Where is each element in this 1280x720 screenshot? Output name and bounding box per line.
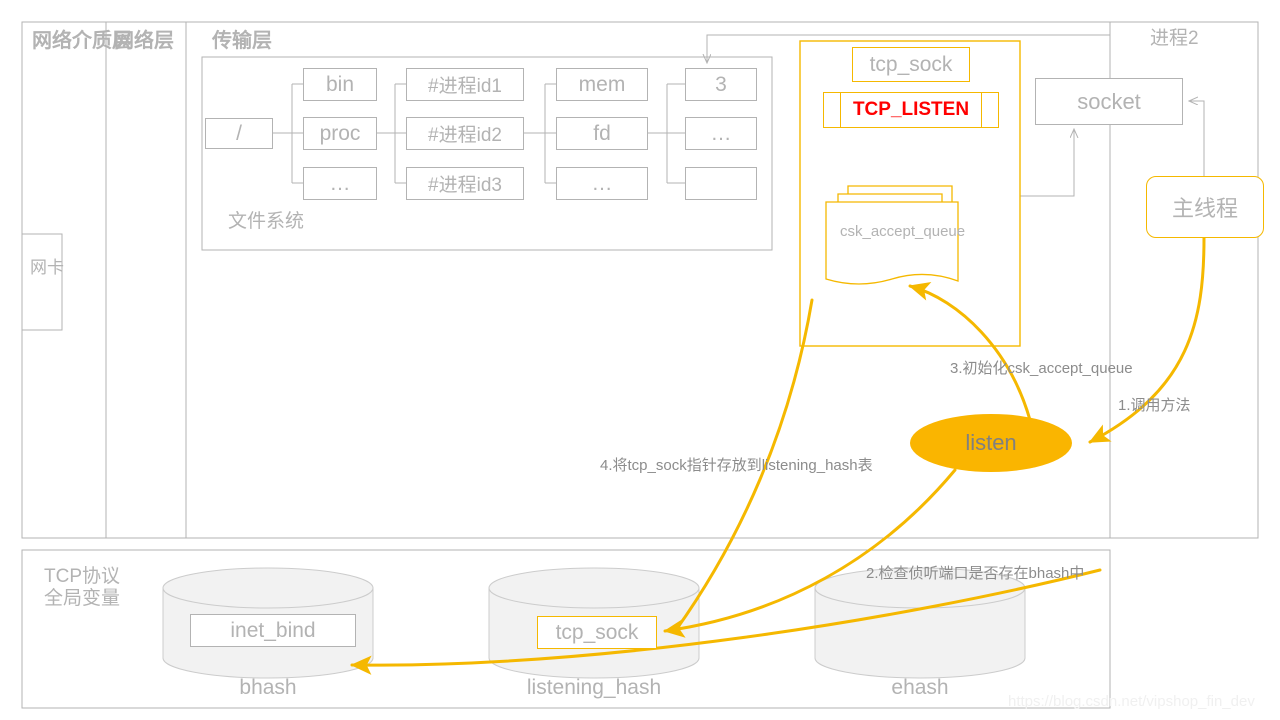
listen-node: listen	[910, 414, 1072, 472]
main-thread-box: 主线程	[1146, 176, 1264, 238]
socket-label: socket	[1077, 88, 1141, 114]
watermark: https://blog.csdn.net/vipshop_fin_dev	[1008, 693, 1255, 710]
fs-proc-label: proc	[319, 121, 361, 145]
fs-pid1-label: #进程id1	[428, 76, 502, 97]
socket-box: socket	[1035, 78, 1183, 125]
annotation-step3: 3.初始化csk_accept_queue	[950, 360, 1133, 377]
listening-hash-inner-box: tcp_sock	[537, 616, 657, 649]
fs-pid3-box: #进程id3	[406, 167, 524, 200]
listening-hash-inner-label: tcp_sock	[555, 620, 639, 644]
fs-pid3-label: #进程id3	[428, 175, 502, 196]
column-header-media: 网络介质层	[32, 30, 132, 52]
fs-fd3-box: 3	[685, 68, 757, 101]
fs-mem-box: mem	[556, 68, 648, 101]
fs-fd3-label: 3	[715, 72, 727, 96]
globals-caption: TCP协议 全局变量	[44, 566, 121, 610]
bhash-label: bhash	[239, 676, 297, 699]
fs-root-box: /	[205, 118, 273, 149]
fs-bin-box: bin	[303, 68, 377, 101]
ehash-label: ehash	[891, 676, 949, 699]
tcp-state-cell: TCP_LISTEN	[840, 92, 982, 128]
diagram-canvas: 网络介质层 网络层 传输层 进程2 网卡 / bin proc … #进程id1…	[0, 0, 1280, 720]
listening-hash-label: listening_hash	[526, 676, 662, 699]
tcp-sock-title-label: tcp_sock	[869, 52, 953, 76]
listen-label: listen	[965, 430, 1017, 455]
fs-more4-box: …	[685, 117, 757, 150]
nic-box-label: 网卡	[30, 258, 64, 277]
tcp-state-label: TCP_LISTEN	[852, 99, 970, 120]
fs-bin-label: bin	[325, 72, 355, 96]
tcp-sock-title-box: tcp_sock	[852, 47, 970, 82]
fs-more1-label: …	[329, 171, 351, 195]
annotation-step1: 1.调用方法	[1118, 397, 1191, 414]
fs-root-label: /	[236, 121, 242, 145]
fs-more4-label: …	[710, 121, 732, 145]
csk-accept-queue-label: csk_accept_queue	[840, 223, 966, 240]
fs-fd-box: fd	[556, 117, 648, 150]
fs-pid2-box: #进程id2	[406, 117, 524, 150]
bhash-inner-box: inet_bind	[190, 614, 356, 647]
fs-more3-box: …	[556, 167, 648, 200]
fs-mem-label: mem	[578, 72, 626, 96]
fs-fd-label: fd	[593, 121, 611, 145]
fs-more3-label: …	[591, 171, 613, 195]
fs-more1-box: …	[303, 167, 377, 200]
fs-empty4-box	[685, 167, 757, 200]
column-header-process: 进程2	[1150, 28, 1199, 49]
annotation-step4: 4.将tcp_sock指针存放到listening_hash表	[600, 457, 873, 474]
annotation-step2: 2.检查侦听端口是否存在bhash中	[866, 565, 1085, 582]
bhash-inner-label: inet_bind	[230, 618, 316, 642]
main-thread-label: 主线程	[1171, 196, 1238, 221]
fs-pid2-label: #进程id2	[428, 125, 502, 146]
fs-proc-box: proc	[303, 117, 377, 150]
column-header-network: 网络层	[114, 30, 174, 52]
fs-pid1-box: #进程id1	[406, 68, 524, 101]
column-header-transport: 传输层	[212, 30, 272, 52]
filesystem-caption: 文件系统	[228, 211, 305, 232]
